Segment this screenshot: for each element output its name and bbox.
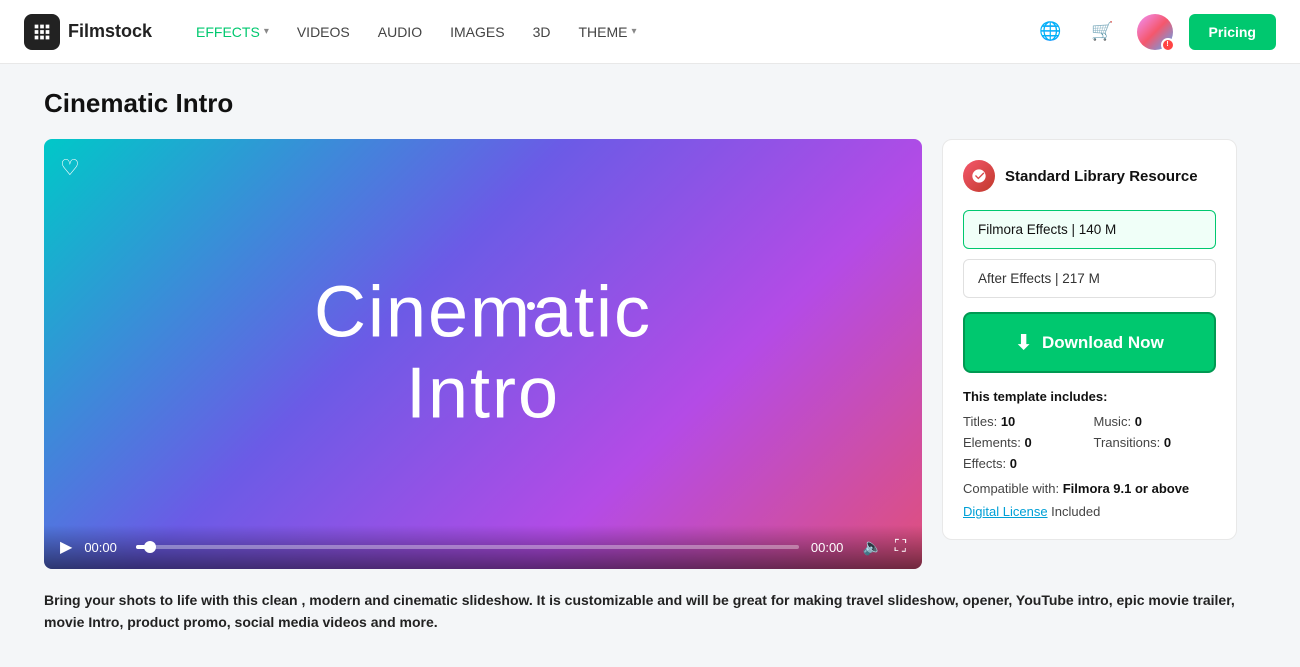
navbar: Filmstock EFFECTS ▾ VIDEOS AUDIO IMAGES … bbox=[0, 0, 1300, 64]
stat-elements-label: Elements: 0 bbox=[963, 435, 1086, 450]
logo-icon bbox=[24, 14, 60, 50]
nav-effects[interactable]: EFFECTS ▾ bbox=[184, 16, 281, 48]
globe-icon[interactable]: 🌐 bbox=[1033, 14, 1069, 50]
template-includes-label: This template includes: bbox=[963, 389, 1216, 404]
content-layout: ♡ Cinematic Intro ▶ 00:00 00:00 🔈 ⛶ bbox=[44, 139, 1256, 569]
resource-type: Standard Library Resource bbox=[1005, 168, 1198, 185]
nav-3d[interactable]: 3D bbox=[521, 16, 563, 48]
video-title-line2: Intro bbox=[314, 353, 652, 435]
progress-dot bbox=[144, 541, 156, 553]
resource-icon bbox=[963, 160, 995, 192]
avatar[interactable]: ! bbox=[1137, 14, 1173, 50]
description-text: Bring your shots to life with this clean… bbox=[44, 589, 1256, 634]
stat-effects-label: Effects: 0 bbox=[963, 456, 1086, 471]
pricing-button[interactable]: Pricing bbox=[1189, 14, 1276, 50]
digital-license-link[interactable]: Digital License bbox=[963, 504, 1048, 519]
time-total: 00:00 bbox=[811, 540, 851, 555]
brand-logo[interactable]: Filmstock bbox=[24, 14, 152, 50]
included-text: Included bbox=[1051, 504, 1100, 519]
nav-videos[interactable]: VIDEOS bbox=[285, 16, 362, 48]
play-button[interactable]: ▶ bbox=[60, 537, 72, 557]
effects-chevron-icon: ▾ bbox=[264, 26, 269, 37]
brand-name: Filmstock bbox=[68, 21, 152, 42]
nav-images[interactable]: IMAGES bbox=[438, 16, 516, 48]
cart-icon[interactable]: 🛒 bbox=[1085, 14, 1121, 50]
nav-audio[interactable]: AUDIO bbox=[366, 16, 434, 48]
main-content: Cinematic Intro ♡ Cinematic Intro ▶ 00:0… bbox=[20, 64, 1280, 658]
download-button[interactable]: ⬇ Download Now bbox=[963, 312, 1216, 373]
time-current: 00:00 bbox=[84, 540, 124, 555]
license-line: Digital License Included bbox=[963, 504, 1216, 519]
fullscreen-icon[interactable]: ⛶ bbox=[895, 538, 906, 556]
compatible-version: Filmora 9.1 or above bbox=[1063, 481, 1189, 496]
favorite-button[interactable]: ♡ bbox=[60, 155, 80, 181]
nav-right: 🌐 🛒 ! Pricing bbox=[1033, 14, 1276, 50]
volume-icon[interactable]: 🔈 bbox=[863, 537, 883, 557]
video-controls: ▶ 00:00 00:00 🔈 ⛶ bbox=[44, 525, 922, 569]
format-after-effects[interactable]: After Effects | 217 M bbox=[963, 259, 1216, 298]
page-title: Cinematic Intro bbox=[44, 88, 1256, 119]
resource-header: Standard Library Resource bbox=[963, 160, 1216, 192]
nav-theme[interactable]: THEME ▾ bbox=[566, 16, 648, 48]
format-filmora[interactable]: Filmora Effects | 140 M bbox=[963, 210, 1216, 249]
theme-chevron-icon: ▾ bbox=[631, 26, 636, 37]
avatar-badge: ! bbox=[1161, 38, 1175, 52]
stat-transitions-label: Transitions: 0 bbox=[1094, 435, 1217, 450]
video-overlay-text: Cinematic Intro bbox=[314, 273, 652, 434]
compatibility-line: Compatible with: Filmora 9.1 or above bbox=[963, 481, 1216, 496]
progress-bar[interactable] bbox=[136, 545, 799, 549]
template-stats: Titles: 10 Music: 0 Elements: 0 Transiti… bbox=[963, 414, 1216, 471]
nav-links: EFFECTS ▾ VIDEOS AUDIO IMAGES 3D THEME ▾ bbox=[184, 16, 1033, 48]
download-icon: ⬇ bbox=[1015, 330, 1032, 355]
stat-music-label: Music: 0 bbox=[1094, 414, 1217, 429]
side-panel: Standard Library Resource Filmora Effect… bbox=[942, 139, 1237, 540]
video-title-line1: Cinematic bbox=[314, 273, 652, 352]
video-player: ♡ Cinematic Intro ▶ 00:00 00:00 🔈 ⛶ bbox=[44, 139, 922, 569]
stat-titles-label: Titles: 10 bbox=[963, 414, 1086, 429]
